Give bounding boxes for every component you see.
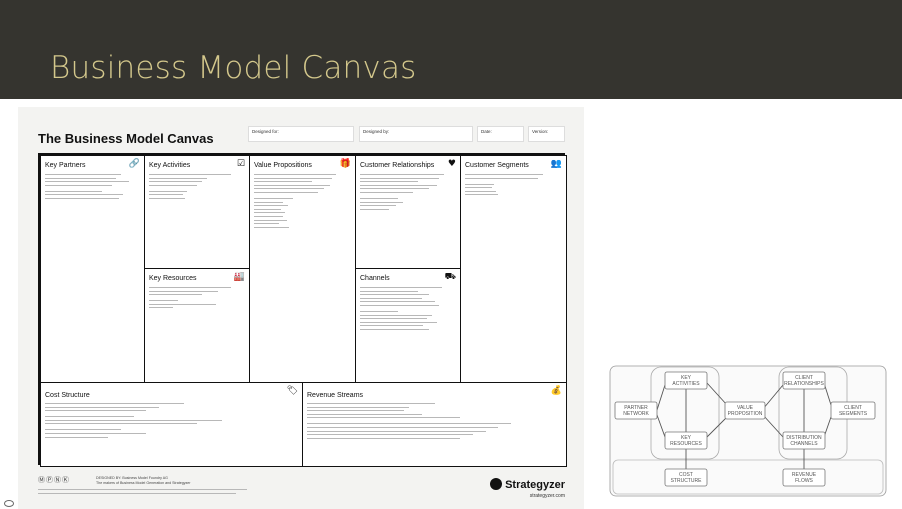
block-title: Revenue Streams bbox=[307, 392, 364, 399]
link-icon: 🔗 bbox=[128, 159, 140, 169]
key-activities-block: Key Activities ☑ bbox=[144, 155, 250, 269]
date-field: Date: bbox=[477, 126, 524, 142]
block-title: Cost Structure bbox=[45, 392, 90, 399]
block-title: Customer Segments bbox=[465, 162, 529, 169]
key-partners-block: Key Partners 🔗 bbox=[40, 155, 145, 383]
license-fine-print bbox=[38, 489, 258, 496]
block-title: Channels bbox=[360, 275, 390, 282]
heart-icon: ♥ bbox=[447, 159, 456, 169]
block-text bbox=[307, 403, 562, 441]
designed-by-field: Designed by: bbox=[359, 126, 473, 142]
tag-icon: 🏷 bbox=[286, 386, 298, 396]
brand-url: strategyzer.com bbox=[529, 493, 565, 499]
truck-icon: ⛟ bbox=[444, 272, 456, 282]
block-title: Value Propositions bbox=[254, 162, 312, 169]
partner-network-label: PARTNER NETWORK bbox=[623, 405, 649, 417]
designed-for-field: Designed for: bbox=[248, 126, 354, 142]
brand-name: Strategyzer bbox=[505, 479, 565, 491]
channels-block: Channels ⛟ bbox=[355, 268, 461, 383]
block-text bbox=[45, 174, 140, 202]
business-model-flow-diagram: KEY ACTIVITIES CLIENT RELATIONSHIPS PARTNER N… bbox=[609, 365, 887, 497]
slide-nav-icon[interactable] bbox=[4, 500, 14, 507]
strategyzer-logo-icon bbox=[490, 477, 503, 490]
block-title: Customer Relationships bbox=[360, 162, 435, 169]
distribution-channels-label: DISTRIBUTION CHANNELS bbox=[786, 435, 822, 447]
block-title: Key Resources bbox=[149, 275, 197, 282]
people-icon: 👥 bbox=[550, 159, 562, 169]
checkbox-icon: ☑ bbox=[236, 159, 245, 169]
block-title: Key Partners bbox=[45, 162, 86, 169]
block-title: Key Activities bbox=[149, 162, 191, 169]
block-text bbox=[149, 287, 245, 311]
revenue-streams-block: Revenue Streams 💰 bbox=[302, 382, 567, 467]
block-text bbox=[360, 174, 456, 212]
factory-icon: 🏭 bbox=[233, 272, 245, 282]
gift-icon: 🎁 bbox=[339, 159, 351, 169]
version-field: Version: bbox=[528, 126, 565, 142]
poster-footer: ⓂⓅⓃⓀ DESIGNED BY: Business Model Foundry… bbox=[38, 475, 565, 505]
block-text bbox=[465, 174, 562, 198]
poster-title: The Business Model Canvas bbox=[38, 131, 214, 146]
block-text bbox=[149, 174, 245, 202]
block-text bbox=[360, 287, 456, 333]
title-banner: Business Model Canvas bbox=[0, 0, 902, 99]
value-propositions-block: Value Propositions 🎁 bbox=[249, 155, 356, 383]
key-resources-block: Key Resources 🏭 bbox=[144, 268, 250, 383]
moneybag-icon: 💰 bbox=[550, 386, 562, 396]
cost-structure-block: Cost Structure 🏷 bbox=[40, 382, 303, 467]
strategyzer-brand: Strategyzer strategyzer.com bbox=[490, 475, 565, 499]
customer-segments-block: Customer Segments 👥 bbox=[460, 155, 567, 383]
diagram-frame bbox=[609, 365, 887, 497]
canvas-grid: Key Partners 🔗 Key Activities ☑ Key Reso… bbox=[38, 153, 567, 467]
creative-commons-icons: ⓂⓅⓃⓀ bbox=[38, 476, 70, 484]
flow-diagram-svg: KEY ACTIVITIESCLIENT RELATIONSHIPSPARTNER N… bbox=[609, 365, 887, 497]
designed-by-credit: DESIGNED BY: Business Model Foundry AG T… bbox=[96, 476, 190, 486]
block-text bbox=[254, 174, 351, 230]
block-text bbox=[45, 403, 298, 440]
business-model-canvas-poster: The Business Model Canvas Designed for: … bbox=[18, 107, 584, 509]
slide-title: Business Model Canvas bbox=[50, 50, 417, 86]
designed-by-subline: The makers of Business Model Generation … bbox=[96, 481, 191, 486]
customer-relationships-block: Customer Relationships ♥ bbox=[355, 155, 461, 269]
